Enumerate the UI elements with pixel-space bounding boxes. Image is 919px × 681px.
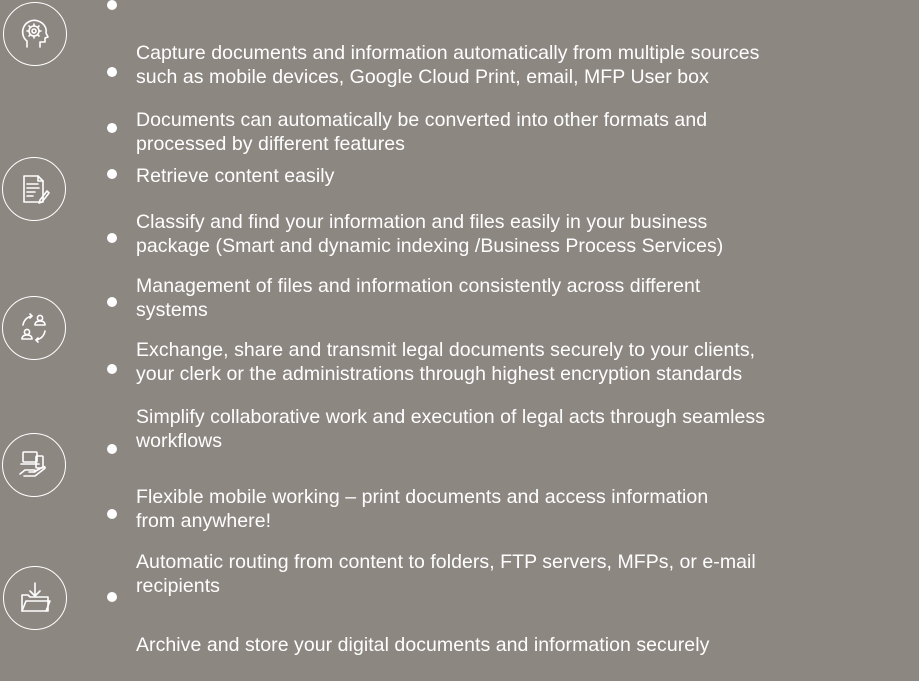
document-pen-icon: [2, 157, 66, 221]
bullet-dot: [107, 169, 117, 179]
bullet-dot: [107, 509, 117, 519]
bullet-dot: [107, 592, 117, 602]
people-exchange-icon: [2, 296, 66, 360]
bullet-dot: [107, 233, 117, 243]
bullet-dot: [107, 444, 117, 454]
bullet-dot: [107, 297, 117, 307]
folder-download-icon: [3, 566, 67, 630]
list-item-text: Archive and store your digital documents…: [136, 634, 710, 656]
bullet-dot: [107, 0, 117, 10]
bullet-dot: [107, 123, 117, 133]
bullet-dot: [107, 364, 117, 374]
devices-hand-icon: [2, 433, 66, 497]
brain-head-icon: [3, 2, 67, 66]
bullet-dot: [107, 67, 117, 77]
list-item: Archive and store your digital documents…: [107, 585, 919, 681]
